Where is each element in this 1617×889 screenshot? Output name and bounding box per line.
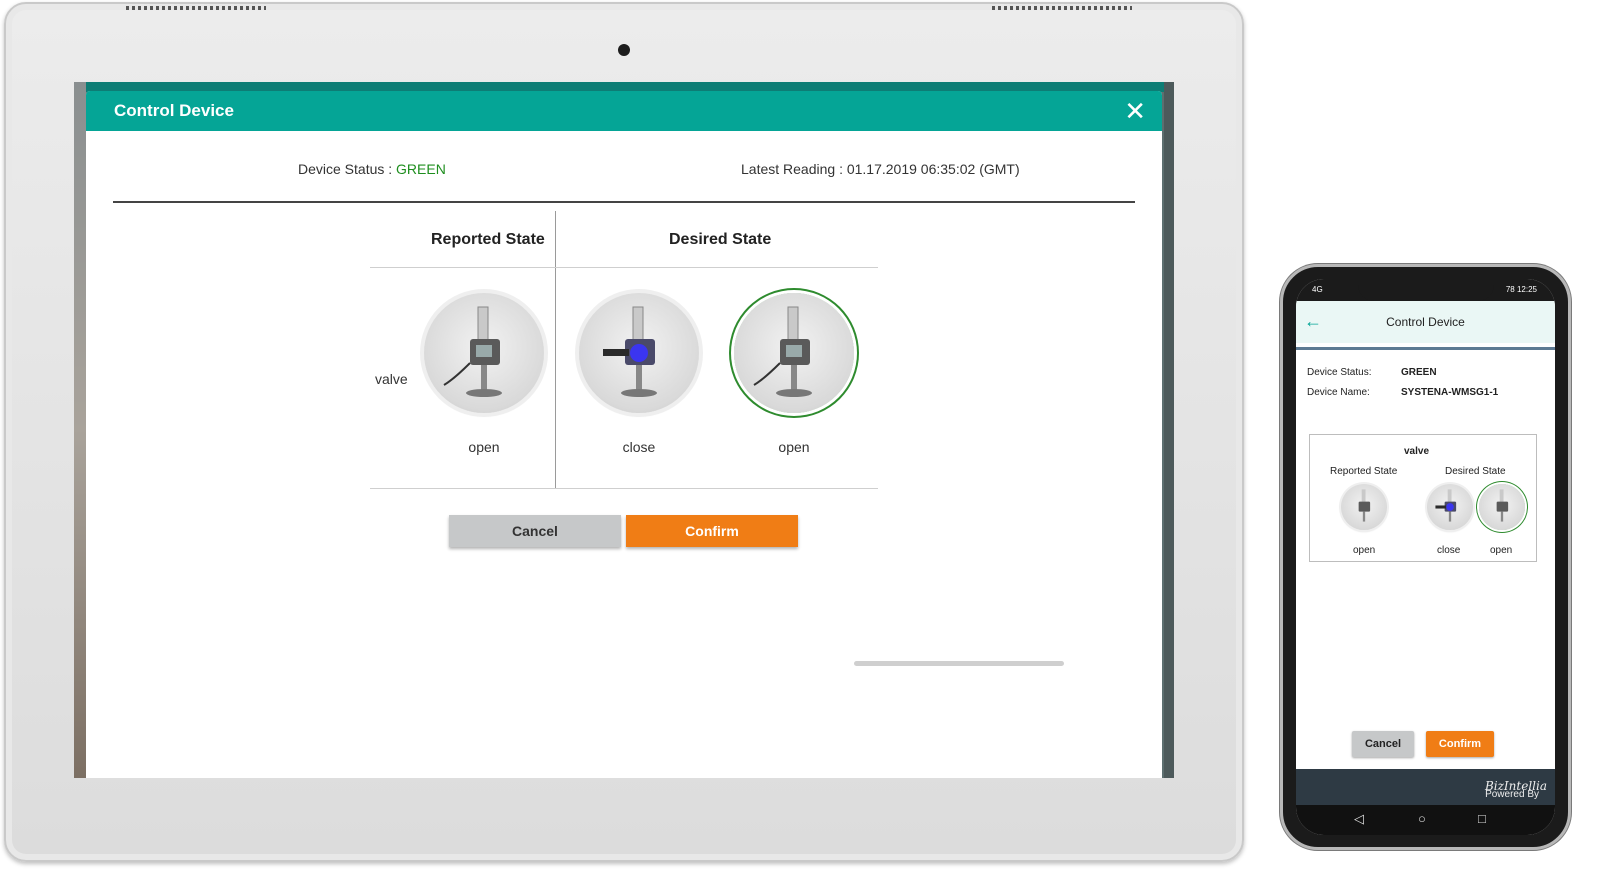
footer-prefix: Powered By: [1485, 789, 1539, 800]
desired-open-label: open: [778, 439, 810, 455]
battery-time: 78 12:25: [1505, 285, 1537, 294]
device-status-label: Device Status:: [1307, 367, 1372, 378]
tablet-speaker: [992, 6, 1132, 10]
reported-state-header: Reported State: [431, 231, 545, 248]
background-app: [1164, 82, 1174, 778]
confirm-button[interactable]: Confirm: [1426, 731, 1494, 757]
android-nav-bar: ◁ ○ □: [1296, 805, 1555, 835]
device-name-label: Device Name:: [1307, 387, 1370, 398]
powered-by-footer: Powered By BizIntellia: [1296, 769, 1555, 805]
state-grid: Reported State Desired State valve open: [370, 211, 878, 489]
nav-recents-icon[interactable]: □: [1478, 811, 1486, 826]
divider: [113, 201, 1135, 203]
phone-screen: 4G 78 12:25 ← Control Device Device Stat…: [1296, 279, 1555, 835]
camera-icon: [618, 44, 630, 56]
phone-frame: 4G 78 12:25 ← Control Device Device Stat…: [1280, 264, 1571, 850]
device-name-value: SYSTENA-WMSG1-1: [1401, 387, 1499, 398]
back-arrow-icon[interactable]: ←: [1304, 311, 1322, 332]
background-app: [74, 82, 86, 778]
desired-state-header: Desired State: [1445, 466, 1506, 477]
valve-card: valve Reported State Desired State open …: [1309, 434, 1537, 562]
cancel-button[interactable]: Cancel: [449, 515, 621, 547]
reported-state-value: open: [468, 439, 500, 455]
desired-open-option[interactable]: [1479, 484, 1525, 530]
dialog-header: Control Device ✕: [86, 91, 1162, 131]
page-title: Control Device: [1386, 315, 1465, 329]
row-label-valve: valve: [375, 371, 408, 387]
signal-status: 4G: [1312, 285, 1323, 294]
control-device-dialog: Control Device ✕ Device Status : GREEN L…: [86, 91, 1162, 778]
latest-reading: Latest Reading : 01.17.2019 06:35:02 (GM…: [741, 161, 1020, 177]
close-icon[interactable]: ✕: [1124, 98, 1146, 124]
desired-open-option[interactable]: [734, 293, 854, 413]
device-status: Device Status : GREEN: [298, 161, 446, 177]
reported-state-header: Reported State: [1330, 466, 1398, 477]
tablet-screen: Control Device ✕ Device Status : GREEN L…: [74, 82, 1174, 778]
horizontal-scrollbar[interactable]: [854, 661, 1064, 666]
column-divider: [555, 211, 556, 489]
nav-back-icon[interactable]: ◁: [1354, 811, 1364, 827]
tablet-speaker: [126, 6, 266, 10]
phone-notch: [1358, 279, 1494, 301]
desired-close-option[interactable]: [1427, 484, 1473, 530]
confirm-button[interactable]: Confirm: [626, 515, 798, 547]
dialog-title: Control Device: [114, 101, 234, 120]
desired-close-label: close: [1437, 545, 1461, 556]
desired-open-label: open: [1490, 545, 1513, 556]
row-label-valve: valve: [1404, 446, 1430, 457]
tablet-frame: Control Device ✕ Device Status : GREEN L…: [4, 2, 1244, 862]
row-divider: [370, 488, 878, 489]
nav-home-icon[interactable]: ○: [1418, 811, 1426, 826]
device-status-value: GREEN: [1401, 367, 1437, 378]
desired-state-header: Desired State: [669, 231, 772, 248]
status-badge: GREEN: [396, 161, 446, 177]
phone-header: ← Control Device: [1296, 301, 1555, 343]
desired-close-label: close: [622, 439, 656, 455]
cancel-button[interactable]: Cancel: [1352, 731, 1414, 757]
reported-valve-image: [424, 293, 544, 413]
row-divider: [370, 267, 878, 268]
device-status-label: Device Status :: [298, 161, 397, 177]
phone-body: Device Status: GREEN Device Name: SYSTEN…: [1296, 347, 1555, 770]
reported-valve-image: [1341, 484, 1387, 530]
reported-state-value: open: [1353, 545, 1376, 556]
desired-close-option[interactable]: [579, 293, 699, 413]
